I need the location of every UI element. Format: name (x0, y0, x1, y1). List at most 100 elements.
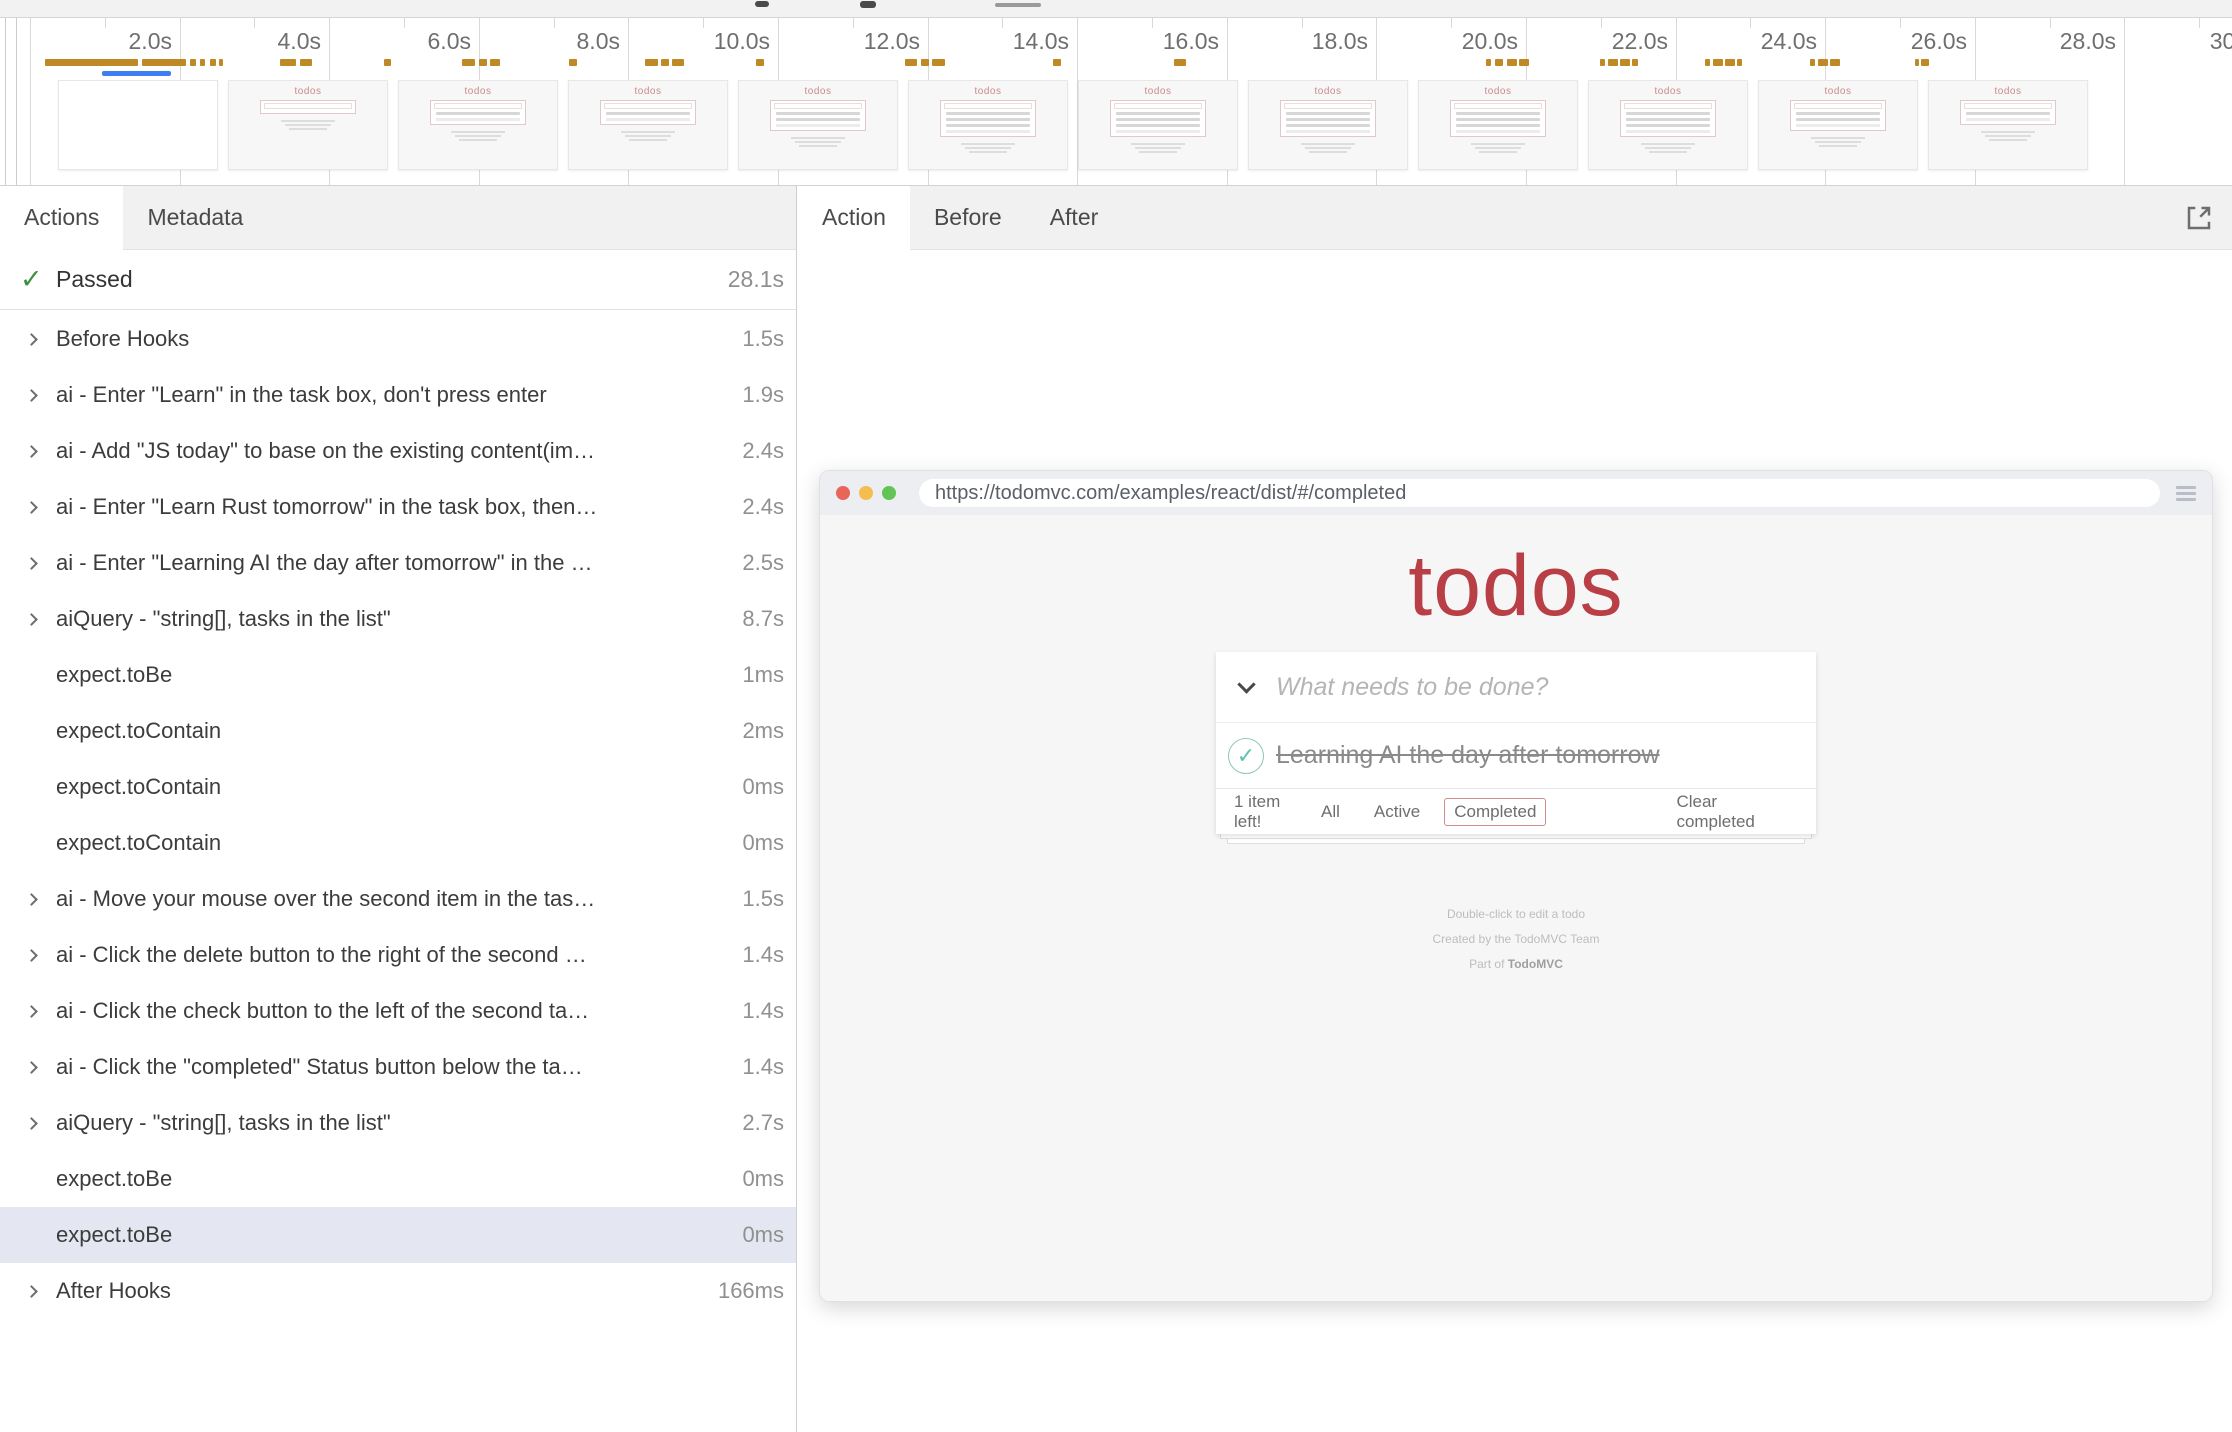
thumbnail-item-line (1116, 112, 1200, 115)
timeline-thumbnail[interactable]: todos (228, 80, 388, 170)
action-row[interactable]: expect.toBe0ms (0, 1151, 796, 1207)
thumbnail-item-line (1796, 112, 1880, 115)
timeline-action-mark (1725, 59, 1735, 66)
close-window-icon (836, 486, 850, 500)
timeline-strip[interactable]: 2.0s4.0s6.0s8.0s10.0s12.0s14.0s16.0s18.0… (0, 18, 2232, 186)
timeline-thumbnail[interactable]: todos (908, 80, 1068, 170)
left-tab-bar: Actions Metadata (0, 186, 796, 250)
todo-item-label[interactable]: Learning AI the day after tomorrow (1276, 741, 1660, 770)
todo-item: ✓ Learning AI the day after tomorrow (1216, 722, 1816, 788)
thumbnail-input (1454, 103, 1542, 109)
timeline-action-mark (1705, 59, 1710, 66)
thumbnail-caption-lines (451, 131, 505, 141)
timeline-action-mark (280, 59, 296, 66)
action-row[interactable]: expect.toBe1ms (0, 647, 796, 703)
action-row[interactable]: ai - Click the "completed" Status button… (0, 1039, 796, 1095)
action-row[interactable]: aiQuery - "string[], tasks in the list"2… (0, 1095, 796, 1151)
maximize-window-icon (882, 486, 896, 500)
timeline-gridline (1750, 18, 1751, 28)
timeline-tick-label: 6.0s (428, 28, 471, 55)
action-row[interactable]: ai - Enter "Learn Rust tomorrow" in the … (0, 479, 796, 535)
footer-brand-link[interactable]: TodoMVC (1508, 957, 1563, 971)
action-row[interactable]: ai - Enter "Learning AI the day after to… (0, 535, 796, 591)
action-row[interactable]: Before Hooks1.5s (0, 311, 796, 367)
card-stack-layer (1227, 839, 1805, 844)
chevron-right-icon (20, 447, 42, 456)
status-duration: 28.1s (728, 266, 784, 293)
action-duration: 0ms (728, 774, 784, 800)
action-row[interactable]: ai - Click the check button to the left … (0, 983, 796, 1039)
new-todo-input[interactable]: What needs to be done? (1276, 673, 1548, 702)
action-row[interactable]: ai - Click the delete button to the righ… (0, 927, 796, 983)
thumbnail-app-title: todos (909, 86, 1067, 97)
timeline-action-mark (142, 59, 186, 66)
tab-before[interactable]: Before (910, 186, 1026, 249)
external-link-icon[interactable] (2184, 203, 2214, 233)
action-label: expect.toBe (56, 662, 172, 688)
address-bar[interactable]: https://todomvc.com/examples/react/dist/… (919, 479, 2160, 507)
filter-all[interactable]: All (1311, 798, 1350, 826)
thumbnail-app-title: todos (1079, 86, 1237, 97)
action-row[interactable]: expect.toBe0ms (0, 1207, 796, 1263)
right-tab-bar: Action Before After (798, 186, 2232, 250)
timeline-tick-label: 30.0s (2210, 28, 2232, 55)
thumbnail-app-title: todos (1589, 86, 1747, 97)
action-duration: 0ms (728, 1166, 784, 1192)
tab-action[interactable]: Action (798, 186, 910, 250)
clear-completed-button[interactable]: Clear completed (1676, 792, 1798, 832)
timeline-action-mark (672, 59, 684, 66)
action-duration: 166ms (704, 1278, 784, 1304)
timeline-thumbnail[interactable]: todos (1758, 80, 1918, 170)
action-duration: 2.4s (728, 438, 784, 464)
timeline-action-mark (645, 59, 658, 66)
timeline-thumbnail[interactable]: todos (1078, 80, 1238, 170)
action-row[interactable]: After Hooks 166ms (0, 1263, 796, 1319)
action-row[interactable]: expect.toContain0ms (0, 815, 796, 871)
toggle-all-button[interactable] (1216, 684, 1276, 691)
timeline-action-mark (661, 59, 669, 66)
chevron-right-icon (20, 1063, 42, 1072)
action-duration: 1.5s (728, 886, 784, 912)
thumbnail-item-line (1456, 112, 1540, 115)
timeline-action-mark (1495, 59, 1503, 66)
timeline-action-mark (569, 59, 577, 66)
timeline-thumbnail[interactable]: todos (398, 80, 558, 170)
todo-toggle-checkbox[interactable]: ✓ (1228, 738, 1264, 774)
thumbnail-app-title: todos (399, 86, 557, 97)
action-label: ai - Move your mouse over the second ite… (56, 886, 595, 912)
todo-card: What needs to be done? ✓ Learning AI the… (1216, 652, 1816, 834)
timeline-gridline (2050, 18, 2051, 28)
timeline-selected-range-bar (102, 71, 171, 76)
timeline-thumbnail[interactable]: todos (1928, 80, 2088, 170)
timeline-thumbnail[interactable]: todos (1418, 80, 1578, 170)
timeline-thumbnail[interactable]: todos (568, 80, 728, 170)
timeline-edge-line (5, 18, 6, 185)
action-label: After Hooks (56, 1278, 171, 1304)
tab-after[interactable]: After (1026, 186, 1123, 249)
footer-hint: Double-click to edit a todo (820, 902, 2212, 927)
action-label: Before Hooks (56, 326, 189, 352)
timeline-thumbnail[interactable]: todos (1248, 80, 1408, 170)
action-row[interactable]: expect.toContain0ms (0, 759, 796, 815)
timeline-action-mark (1737, 59, 1742, 66)
timeline-gridline (703, 18, 704, 28)
timeline-thumbnail[interactable]: todos (738, 80, 898, 170)
action-row[interactable]: aiQuery - "string[], tasks in the list"8… (0, 591, 796, 647)
action-row[interactable]: ai - Enter "Learn" in the task box, don'… (0, 367, 796, 423)
timeline-action-mark (1915, 59, 1919, 66)
action-row[interactable]: ai - Add "JS today" to base on the exist… (0, 423, 796, 479)
tab-metadata[interactable]: Metadata (123, 186, 267, 249)
thumbnail-card (1960, 100, 2056, 125)
filter-active[interactable]: Active (1364, 798, 1430, 826)
timeline-action-mark (300, 59, 312, 66)
thumbnail-input (604, 103, 692, 109)
thumbnail-item-line (436, 112, 520, 115)
thumbnail-footer-line (776, 124, 860, 127)
filter-completed[interactable]: Completed (1444, 798, 1546, 826)
timeline-thumbnail[interactable]: todos (1588, 80, 1748, 170)
thumbnail-item-line (946, 112, 1030, 115)
timeline-thumbnail[interactable] (58, 80, 218, 170)
action-row[interactable]: ai - Move your mouse over the second ite… (0, 871, 796, 927)
action-row[interactable]: expect.toContain2ms (0, 703, 796, 759)
tab-actions[interactable]: Actions (0, 186, 123, 250)
